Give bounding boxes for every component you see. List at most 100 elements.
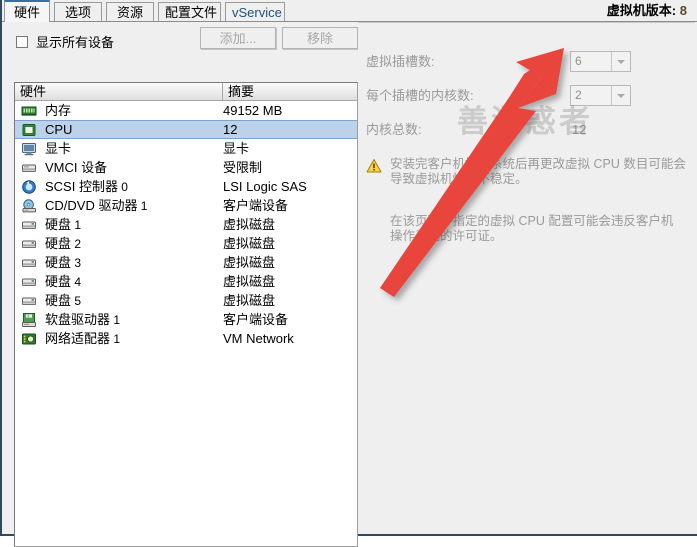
chevron-down-icon[interactable] xyxy=(611,86,630,105)
pane-divider xyxy=(358,22,695,23)
cpu-warning-text: 安装完客户机操作系统后再更改虚拟 CPU 数目可能会导致虚拟机性能不稳定。 xyxy=(390,157,686,186)
cddvd-icon xyxy=(21,198,37,214)
device-summary: 虚拟磁盘 xyxy=(223,274,276,289)
device-summary: 虚拟磁盘 xyxy=(223,217,276,232)
show-all-devices-label: 显示所有设备 xyxy=(36,35,115,50)
cpu-settings-pane: 虚拟机版本: 8 虚拟插槽数: 6 每个插槽的内核数: 2 内核总数: 12 安… xyxy=(358,3,695,532)
table-row[interactable]: CD/DVD 驱动器 1 客户端设备 xyxy=(15,196,357,215)
device-name: 硬盘 4 xyxy=(45,273,82,289)
cores-per-socket-label: 每个插槽的内核数: xyxy=(366,88,474,103)
license-note: 在该页面中指定的虚拟 CPU 配置可能会违反客户机操作系统的许可证。 xyxy=(390,214,674,243)
show-all-devices-checkbox[interactable] xyxy=(16,35,28,48)
table-row[interactable]: 网络适配器 1 VM Network xyxy=(15,329,357,348)
total-cores-value: 12 xyxy=(572,122,587,137)
table-row[interactable]: 硬盘 1 虚拟磁盘 xyxy=(15,215,357,234)
remove-button[interactable]: 移除 xyxy=(282,27,358,49)
harddisk-icon xyxy=(21,293,37,309)
tab-profiles[interactable]: 配置文件 xyxy=(158,2,221,21)
device-summary: 客户端设备 xyxy=(223,312,289,327)
device-name: 显卡 xyxy=(45,141,72,156)
table-row[interactable]: 软盘驱动器 1 客户端设备 xyxy=(15,310,357,329)
device-summary: 虚拟磁盘 xyxy=(223,236,276,251)
column-header-hardware[interactable]: 硬件 xyxy=(15,83,223,100)
device-name: CPU xyxy=(45,122,73,137)
device-summary: 受限制 xyxy=(223,160,263,175)
sockets-dropdown[interactable]: 6 xyxy=(570,51,631,72)
harddisk-icon xyxy=(21,217,37,233)
device-index: 4 xyxy=(71,274,82,289)
vm-version: 虚拟机版本: 8 xyxy=(606,3,687,18)
hardware-pane: 显示所有设备 添加... 移除 硬件 摘要 内存 49152 MB CPU 12 显卡显… xyxy=(4,22,358,547)
total-cores-row: 内核总数: 12 xyxy=(358,118,695,142)
table-row[interactable]: 硬盘 2 虚拟磁盘 xyxy=(15,234,357,253)
vm-version-value: 8 xyxy=(679,3,687,18)
device-index: 1 xyxy=(71,217,82,232)
device-index: 1 xyxy=(110,312,121,327)
cpu-warning: 安装完客户机操作系统后再更改虚拟 CPU 数目可能会导致虚拟机性能不稳定。 xyxy=(366,157,689,187)
device-list-header: 硬件 摘要 xyxy=(15,83,357,101)
device-summary: 虚拟磁盘 xyxy=(223,255,276,270)
sockets-row: 虚拟插槽数: 6 xyxy=(358,50,695,74)
cores-per-socket-row: 每个插槽的内核数: 2 xyxy=(358,84,695,108)
cores-per-socket-value: 2 xyxy=(575,88,582,102)
display-icon xyxy=(21,141,37,157)
tab-hardware[interactable]: 硬件 xyxy=(4,0,50,22)
tab-resources[interactable]: 资源 xyxy=(106,2,154,21)
show-all-devices-row[interactable]: 显示所有设备 xyxy=(16,32,114,51)
tab-options[interactable]: 选项 xyxy=(54,2,102,21)
device-name: 硬盘 2 xyxy=(45,235,82,251)
sockets-value: 6 xyxy=(575,54,582,68)
warning-icon xyxy=(366,158,382,174)
device-index: 0 xyxy=(117,179,128,194)
device-summary: VM Network xyxy=(223,331,294,346)
tab-strip: 硬件 选项 资源 配置文件 vService xyxy=(2,0,697,22)
sockets-label: 虚拟插槽数: xyxy=(366,54,435,69)
network-adapter-icon xyxy=(21,331,37,347)
table-row[interactable]: 硬盘 4 虚拟磁盘 xyxy=(15,272,357,291)
total-cores-label: 内核总数: xyxy=(366,122,422,137)
device-name: SCSI 控制器 0 xyxy=(45,178,128,194)
device-name: 硬盘 5 xyxy=(45,292,82,308)
device-name: CD/DVD 驱动器 1 xyxy=(45,197,148,213)
device-summary: 49152 MB xyxy=(223,103,283,118)
device-index: 2 xyxy=(71,236,82,251)
table-row[interactable]: 硬盘 5 虚拟磁盘 xyxy=(15,291,357,310)
device-name: VMCI 设备 xyxy=(45,160,108,175)
device-index: 5 xyxy=(71,293,82,308)
device-name: 网络适配器 1 xyxy=(45,330,121,346)
device-list[interactable]: 硬件 摘要 内存 49152 MB CPU 12 显卡 显卡 VMCI 设备 受限制 SCSI … xyxy=(14,82,358,547)
harddisk-icon xyxy=(21,255,37,271)
cpu-icon xyxy=(21,122,37,138)
device-summary: 客户端设备 xyxy=(223,198,289,213)
table-row[interactable]: SCSI 控制器 0 LSI Logic SAS xyxy=(15,177,357,196)
device-summary: 12 xyxy=(223,122,238,137)
device-summary: 显卡 xyxy=(223,141,250,156)
tab-vservice[interactable]: vService xyxy=(225,2,285,21)
device-name: 软盘驱动器 1 xyxy=(45,311,121,327)
scsi-controller-icon xyxy=(21,179,37,195)
harddisk-icon xyxy=(21,236,37,252)
table-row[interactable]: 显卡 显卡 xyxy=(15,139,357,158)
device-index: 3 xyxy=(71,255,82,270)
device-summary: LSI Logic SAS xyxy=(223,179,307,194)
column-header-summary[interactable]: 摘要 xyxy=(223,83,357,100)
device-rows: 内存 49152 MB CPU 12 显卡 显卡 VMCI 设备 受限制 SCSI 控制器 0L… xyxy=(15,101,357,348)
table-row[interactable]: CPU 12 xyxy=(15,120,357,139)
device-summary: 虚拟磁盘 xyxy=(223,293,276,308)
device-index: 1 xyxy=(110,331,121,346)
floppy-icon xyxy=(21,312,37,328)
vmci-icon xyxy=(21,160,37,176)
device-name: 硬盘 1 xyxy=(45,216,82,232)
vm-properties-window: 硬件 选项 资源 配置文件 vService 显示所有设备 添加... 移除 硬… xyxy=(0,0,697,547)
table-row[interactable]: VMCI 设备 受限制 xyxy=(15,158,357,177)
device-name: 内存 xyxy=(45,103,72,118)
memory-icon xyxy=(21,103,37,119)
device-name: 硬盘 3 xyxy=(45,254,82,270)
chevron-down-icon[interactable] xyxy=(611,52,630,71)
table-row[interactable]: 硬盘 3 虚拟磁盘 xyxy=(15,253,357,272)
device-index: 1 xyxy=(137,198,148,213)
add-button[interactable]: 添加... xyxy=(200,27,276,49)
harddisk-icon xyxy=(21,274,37,290)
cores-per-socket-dropdown[interactable]: 2 xyxy=(570,85,631,106)
table-row[interactable]: 内存 49152 MB xyxy=(15,101,357,120)
